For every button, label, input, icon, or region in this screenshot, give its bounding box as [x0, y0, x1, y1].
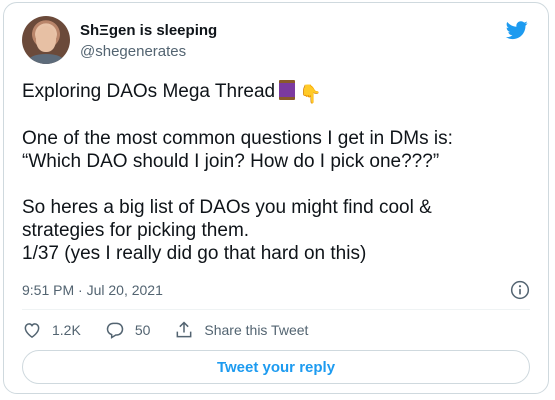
reply-count: 50	[134, 322, 151, 338]
share-icon	[176, 321, 192, 338]
tweet-line-6: 1/37 (yes I really did go that hard on t…	[22, 243, 367, 264]
tweet-line-5: strategies for picking them.	[22, 220, 250, 241]
share-label: Share this Tweet	[204, 322, 309, 338]
author-name[interactable]: ShΞgen is sleeping	[80, 22, 217, 39]
divider	[22, 309, 530, 310]
tweet-line-1: Exploring DAOs Mega Thread 👇	[22, 80, 322, 104]
tweet-line-4: So heres a big list of DAOs you might fi…	[22, 197, 432, 218]
author-handle[interactable]: @shegenerates	[80, 43, 186, 60]
tweet-line-2: One of the most common questions I get i…	[22, 128, 453, 149]
tweet-card: ShΞgen is sleeping @shegenerates Explori…	[3, 2, 549, 394]
tweet-timestamp[interactable]: 9:51 PM · Jul 20, 2021	[22, 282, 163, 298]
thread-emoji-icon	[279, 80, 296, 100]
avatar-face	[36, 26, 56, 52]
action-bar: 1.2K 50 Share this Tweet	[22, 319, 332, 341]
reply-count-button[interactable]: 50	[105, 320, 151, 340]
reply-icon	[106, 322, 124, 339]
avatar[interactable]	[22, 16, 70, 64]
like-button[interactable]: 1.2K	[22, 320, 81, 340]
info-icon[interactable]	[510, 280, 530, 300]
avatar-shirt	[28, 54, 64, 64]
heart-icon	[24, 323, 40, 338]
tweet-text: Exploring DAOs Mega Thread 👇 One of the m…	[22, 80, 532, 265]
point-down-emoji-icon: 👇	[299, 84, 322, 104]
like-count: 1.2K	[52, 322, 81, 338]
twitter-bird-icon[interactable]	[504, 19, 530, 41]
share-button[interactable]: Share this Tweet	[174, 320, 308, 340]
tweet-reply-button[interactable]: Tweet your reply	[22, 350, 530, 384]
tweet-line-3: “Which DAO should I join? How do I pick …	[22, 151, 440, 172]
